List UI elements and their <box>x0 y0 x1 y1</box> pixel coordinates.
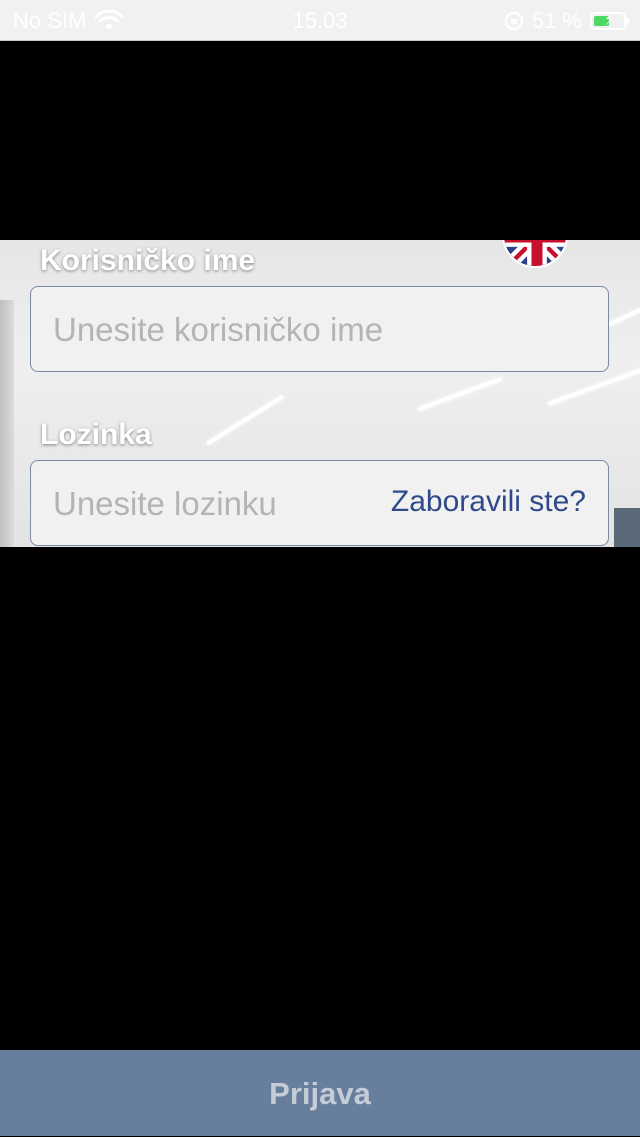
ceiling-light <box>205 394 285 446</box>
uk-flag-icon <box>504 240 566 266</box>
battery-percent: 51 % <box>531 8 582 33</box>
username-field-box[interactable] <box>30 286 609 373</box>
password-input[interactable] <box>51 461 355 547</box>
background-pillar <box>0 300 14 547</box>
ceiling-light <box>547 368 640 406</box>
ceiling-light <box>606 306 640 328</box>
login-button[interactable]: Prijava <box>0 1050 640 1136</box>
status-right: 51 % ⚡ <box>504 8 629 34</box>
rotation-lock-icon <box>504 11 524 31</box>
forgot-password-link[interactable]: Zaboravili ste? <box>391 485 586 519</box>
password-field-box[interactable]: Zaboravili ste? <box>30 460 609 547</box>
login-panel: Korisničko ime Lozinka Zaboravili ste? <box>0 240 640 547</box>
background-window <box>614 508 640 547</box>
username-label: Korisničko ime <box>40 244 256 277</box>
battery-icon: ⚡ <box>590 12 629 30</box>
status-bar: No SIM 15.03 51 % ⚡ <box>0 0 640 41</box>
username-input[interactable] <box>51 287 475 373</box>
ceiling-light <box>417 376 503 412</box>
password-label: Lozinka <box>40 418 152 451</box>
language-flag-button[interactable] <box>502 240 568 268</box>
charging-bolt-icon: ⚡ <box>604 12 616 29</box>
